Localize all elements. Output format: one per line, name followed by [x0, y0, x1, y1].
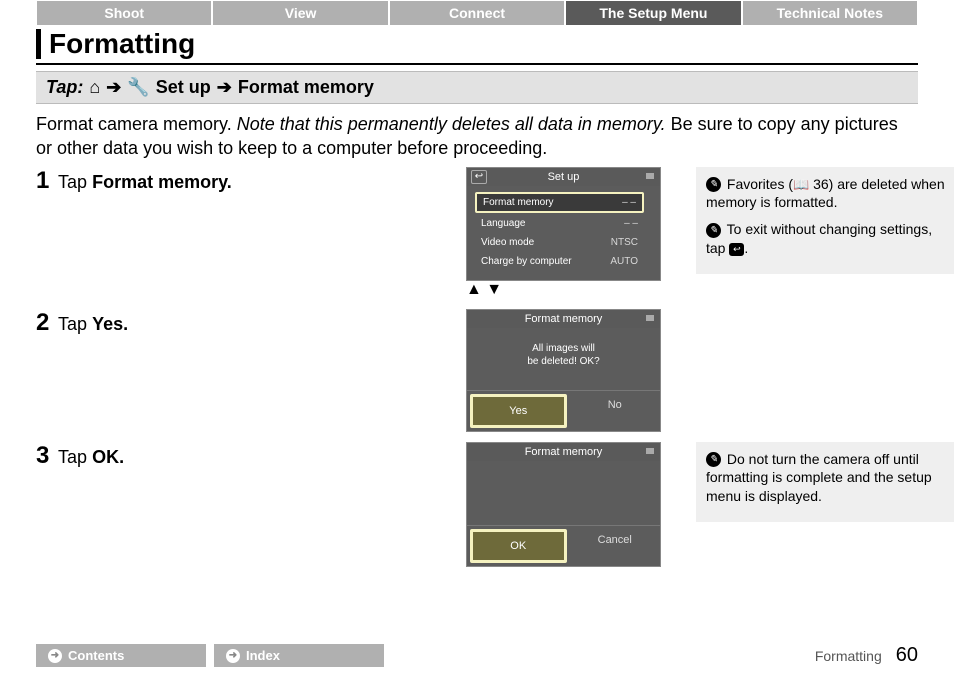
step-2-text: 2 Tap Yes.: [36, 309, 446, 337]
back-icon[interactable]: ↩: [471, 170, 487, 184]
breadcrumb-tap-strip: Tap: ⌂ ➔ 🔧 Set up ➔ Format memory: [36, 71, 918, 104]
page-title-bar: Formatting: [36, 28, 918, 65]
down-arrow-icon[interactable]: ▼: [486, 281, 502, 298]
tab-view[interactable]: View: [212, 0, 388, 26]
footer: ➜ Contents ➜ Index Formatting 60: [36, 644, 918, 667]
arrow-icon: ➔: [106, 77, 121, 98]
battery-icon: [646, 448, 654, 454]
format-memory-label: Format memory: [238, 77, 374, 98]
yes-button[interactable]: Yes: [470, 394, 567, 428]
battery-icon: [646, 315, 654, 321]
setup-label: Set up: [156, 77, 211, 98]
note-icon: ✎: [706, 452, 721, 467]
scroll-arrows[interactable]: ▲ ▼: [466, 281, 676, 299]
tab-connect[interactable]: Connect: [389, 0, 565, 26]
book-icon: 📖: [793, 177, 809, 192]
tab-setup-menu[interactable]: The Setup Menu: [565, 0, 741, 26]
arrow-icon: ➔: [217, 77, 232, 98]
menu-row-charge[interactable]: Charge by computer AUTO: [475, 253, 644, 270]
menu-row-format-memory[interactable]: Format memory – –: [475, 192, 644, 213]
tab-technical-notes[interactable]: Technical Notes: [742, 0, 918, 26]
menu-row-language[interactable]: Language – –: [475, 215, 644, 232]
note-icon: ✎: [706, 177, 721, 192]
intro-paragraph: Format camera memory. Note that this per…: [36, 112, 918, 161]
arrow-circle-icon: ➜: [226, 649, 240, 663]
wrench-icon: 🔧: [127, 77, 149, 98]
cam-header: Format memory: [525, 446, 603, 458]
battery-icon: [646, 173, 654, 179]
title-accent-bar: [36, 29, 41, 59]
cam-header: Format memory: [525, 313, 603, 325]
up-arrow-icon[interactable]: ▲: [466, 281, 482, 298]
top-tabs: Shoot View Connect The Setup Menu Techni…: [36, 0, 918, 26]
step-1-text: 1 Tap Format memory.: [36, 167, 446, 195]
footer-topic: Formatting: [815, 648, 882, 664]
camera-screen-confirm: Format memory All images will be deleted…: [466, 309, 661, 432]
back-icon: ↩: [729, 243, 744, 256]
tap-label: Tap:: [46, 77, 83, 98]
home-icon: ⌂: [89, 77, 100, 98]
cam-header: Set up: [548, 171, 580, 183]
index-button[interactable]: ➜ Index: [214, 644, 384, 667]
page-title: Formatting: [49, 28, 195, 60]
tab-shoot[interactable]: Shoot: [36, 0, 212, 26]
no-button[interactable]: No: [570, 391, 661, 431]
menu-row-video-mode[interactable]: Video mode NTSC: [475, 234, 644, 251]
cancel-button[interactable]: Cancel: [570, 526, 661, 566]
note-icon: ✎: [706, 223, 721, 238]
step-3-text: 3 Tap OK.: [36, 442, 446, 470]
camera-screen-setup: ↩ Set up Format memory – – Language – – …: [466, 167, 676, 299]
ok-button[interactable]: OK: [470, 529, 567, 563]
side-note-1: ✎ Favorites (📖 36) are deleted when memo…: [696, 167, 954, 275]
arrow-circle-icon: ➜: [48, 649, 62, 663]
page-number: 60: [896, 644, 918, 667]
camera-screen-ok: Format memory OK Cancel: [466, 442, 661, 567]
side-note-3: ✎ Do not turn the camera off until forma…: [696, 442, 954, 523]
contents-button[interactable]: ➜ Contents: [36, 644, 206, 667]
steps-grid: 1 Tap Format memory. ↩ Set up Format mem…: [36, 167, 918, 567]
confirm-message: All images will be deleted! OK?: [475, 342, 652, 368]
